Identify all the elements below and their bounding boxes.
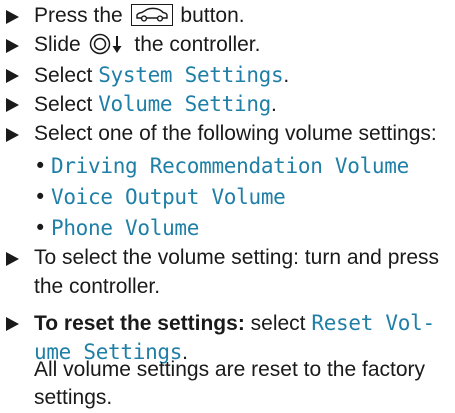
menu-item-volume-setting: Volume Setting [98, 92, 272, 116]
step-select-system-settings: Select System Settings. [0, 61, 289, 91]
step-heading: To reset the settings: [34, 312, 245, 335]
list-item-option: • Driving Recommendation Volume [0, 151, 409, 182]
step-text: Select [34, 64, 93, 87]
step-arrow-icon [6, 10, 19, 24]
bullet-icon: • [34, 216, 47, 240]
list-item-option: • Voice Output Volume [0, 182, 286, 213]
car-button-icon [130, 4, 173, 26]
step-result: All volume settings are reset to the fac… [0, 356, 425, 385]
step-arrow-icon [6, 128, 19, 142]
step-press-button: Press the button. [0, 2, 245, 31]
step-text: select [250, 312, 306, 335]
menu-item-system-settings: System Settings [98, 63, 284, 87]
result-text: All volume settings are reset to the fac… [34, 358, 426, 381]
menu-item-reset-volume-settings-part1: Reset Vol- [311, 311, 435, 335]
step-slide-controller: Slide the controller. [0, 31, 260, 64]
step-turn-and-press: To select the volume setting: turn and p… [0, 244, 439, 273]
step-arrow-icon [6, 69, 19, 83]
option-driving-recommendation-volume: Driving Recommendation Volume [51, 154, 409, 178]
step-arrow-icon [6, 317, 19, 331]
step-text: . [271, 93, 277, 116]
bullet-icon: • [34, 154, 47, 178]
step-text: the controller. [134, 33, 261, 56]
step-text: Slide [34, 33, 81, 56]
step-text: To select the volume setting: turn and p… [34, 246, 440, 269]
step-text: button. [180, 4, 245, 27]
step-text: Select one of the following volume setti… [34, 122, 437, 145]
step-result: settings. [0, 384, 112, 413]
instruction-page: Press the button. Slide the controller. … [0, 0, 455, 411]
step-arrow-icon [6, 252, 19, 266]
step-text: Select [34, 93, 93, 116]
step-continuation: the controller. [0, 273, 160, 302]
result-text: settings. [34, 386, 113, 409]
bullet-icon: • [34, 185, 47, 209]
step-text: the controller. [34, 275, 161, 298]
option-phone-volume: Phone Volume [51, 216, 200, 240]
controller-slide-down-icon [89, 33, 129, 64]
step-text: . [283, 64, 290, 87]
step-arrow-icon [6, 39, 19, 53]
step-text: Press the [34, 4, 123, 27]
step-select-volume-option: Select one of the following volume setti… [0, 120, 437, 149]
step-reset-settings: To reset the settings: select Reset Vol- [0, 309, 435, 339]
step-arrow-icon [6, 98, 19, 112]
list-item-option: • Phone Volume [0, 213, 199, 244]
step-select-volume-setting: Select Volume Setting. [0, 90, 277, 120]
option-voice-output-volume: Voice Output Volume [51, 185, 286, 209]
